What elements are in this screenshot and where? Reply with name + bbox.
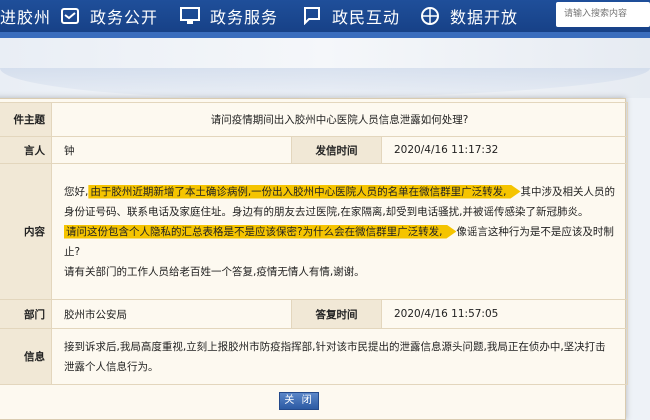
content-text-3: 请有关部门的工作人员给老百姓一个答复,疫情无情人有情,谢谢。: [64, 265, 365, 278]
content-greeting: 您好,: [64, 185, 89, 198]
reply-time-label: 答复时间: [291, 299, 382, 329]
content-highlight-1: 由于胶州近期新增了本土确诊病例,一份出入胶州中心医院人员的名单在微信群里广泛转发…: [88, 185, 520, 199]
reply-label: 信息: [0, 328, 52, 385]
nav-interaction[interactable]: 政民互动: [302, 0, 400, 32]
globe-icon: [421, 7, 439, 25]
reply-department: 胶州市公安局: [51, 299, 292, 329]
nav-gov-service-label: 政务服务: [210, 8, 279, 27]
letter-detail-table: 件主题 请问疫情期间出入胶州中心医院人员信息泄露如何处理? 言人 钟 发信时间 …: [0, 102, 629, 385]
topic-label: 件主题: [0, 102, 52, 137]
letter-topic: 请问疫情期间出入胶州中心医院人员信息泄露如何处理?: [50, 102, 629, 137]
letter-content: 您好, 由于胶州近期新增了本土确诊病例,一份出入胶州中心医院人员的名单在微信群里广…: [50, 163, 629, 300]
nav-gov-open[interactable]: 政务公开: [60, 0, 158, 32]
reply-time: 2020/4/16 11:57:05: [380, 299, 629, 329]
search-input[interactable]: [556, 2, 650, 27]
letter-detail-dialog: 件主题 请问疫情期间出入胶州中心医院人员信息泄露如何处理? 言人 钟 发信时间 …: [0, 98, 629, 420]
nav-home[interactable]: 进胶州: [0, 0, 51, 32]
nav-gov-service[interactable]: 政务服务: [180, 0, 278, 32]
close-button[interactable]: 关 闭: [279, 392, 319, 410]
dept-label: 部门: [0, 299, 52, 329]
sender-name: 钟: [51, 136, 292, 164]
monitor-icon: [180, 7, 200, 24]
reply-content: 接到诉求后,我局高度重视,立刻上报胶州市防疫指挥部,针对该市民提出的泄露信息源头…: [50, 328, 629, 385]
nav-home-label: 进胶州: [0, 8, 52, 27]
top-navigation: 进胶州 政务公开 政务服务 政民互动 数据开放: [0, 0, 650, 32]
document-icon: [61, 8, 79, 24]
sender-label: 言人: [0, 136, 52, 164]
reply-text: 接到诉求后,我局高度重视,立刻上报胶州市防疫指挥部,针对该市民提出的泄露信息源头…: [64, 340, 606, 373]
chat-bubble-icon: [304, 7, 320, 25]
nav-gov-open-label: 政务公开: [90, 8, 159, 27]
nav-data-open[interactable]: 数据开放: [420, 0, 518, 32]
send-time-label: 发信时间: [291, 136, 382, 164]
send-time: 2020/4/16 11:17:32: [380, 136, 629, 164]
nav-data-open-label: 数据开放: [450, 8, 519, 27]
nav-interaction-label: 政民互动: [332, 8, 401, 27]
content-label: 内容: [0, 163, 52, 300]
content-highlight-2: 请问这份包含个人隐私的汇总表格是不是应该保密?为什么会在微信群里广泛转发,: [64, 225, 456, 239]
